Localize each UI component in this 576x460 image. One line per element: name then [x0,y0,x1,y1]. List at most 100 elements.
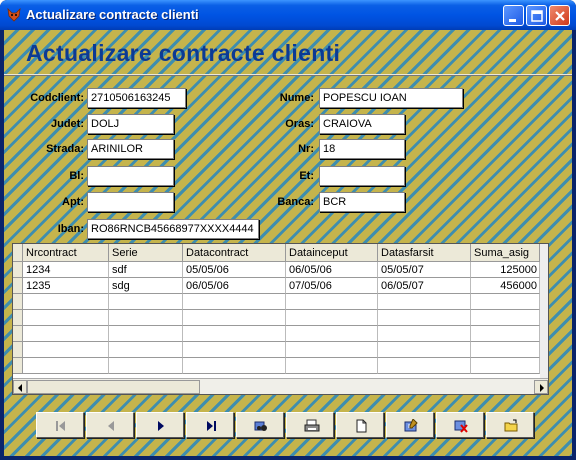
table-cell[interactable]: 1234 [23,262,109,278]
iban-field[interactable]: RO86RNCB45668977XXXX4444 [87,219,259,239]
strada-field[interactable]: ARINILOR [87,139,174,159]
table-cell[interactable]: 05/05/07 [378,262,471,278]
table-cell[interactable] [378,310,471,326]
column-header-datasfarsit[interactable]: Datasfarsit [378,244,471,262]
table-cell[interactable] [286,342,378,358]
nume-field[interactable]: POPESCU IOAN [319,88,463,108]
table-cell[interactable]: 06/05/07 [378,278,471,294]
column-header-datainceput[interactable]: Datainceput [286,244,378,262]
new-record-button[interactable] [336,412,384,438]
grid-corner [13,244,23,262]
table-cell[interactable] [471,310,540,326]
table-cell[interactable] [378,294,471,310]
column-header-datacontract[interactable]: Datacontract [183,244,286,262]
table-cell[interactable]: 05/05/06 [183,262,286,278]
banca-label: Banca: [277,196,314,208]
scrollbar-thumb[interactable] [27,380,200,394]
table-cell[interactable] [109,342,183,358]
vertical-scrollbar[interactable] [540,244,548,378]
nr-field[interactable]: 18 [319,139,405,159]
navigation-toolbar [36,412,536,442]
table-cell[interactable] [471,358,540,374]
contracts-grid[interactable]: Nrcontract Serie Datacontract Dataincepu… [12,243,549,395]
table-cell[interactable] [471,326,540,342]
column-header-suma-asig[interactable]: Suma_asig [471,244,540,262]
oras-field[interactable]: CRAIOVA [319,114,405,134]
strada-label: Strada: [46,143,84,155]
table-cell[interactable]: 1235 [23,278,109,294]
title-bar[interactable]: Actualizare contracte clienti [0,0,576,30]
minimize-button[interactable] [503,5,524,26]
last-record-button[interactable] [186,412,234,438]
table-cell[interactable] [378,342,471,358]
print-button[interactable] [286,412,334,438]
table-cell[interactable] [471,294,540,310]
table-cell[interactable]: 06/05/06 [183,278,286,294]
table-cell[interactable] [183,326,286,342]
close-button[interactable] [549,5,570,26]
table-cell[interactable] [23,294,109,310]
table-cell[interactable] [378,358,471,374]
table-cell[interactable] [109,310,183,326]
bl-field[interactable] [87,166,174,186]
maximize-button[interactable] [526,5,547,26]
table-cell[interactable]: 06/05/06 [286,262,378,278]
table-cell[interactable] [286,326,378,342]
judet-field[interactable]: DOLJ [87,114,174,134]
close-icon [555,11,565,21]
row-indicator[interactable] [13,342,23,358]
arrow-right-icon [540,384,544,392]
row-indicator[interactable] [13,326,23,342]
row-indicator[interactable] [13,278,23,294]
table-cell[interactable] [286,358,378,374]
oras-label: Oras: [285,118,314,130]
table-cell[interactable] [23,310,109,326]
apt-label: Apt: [62,196,84,208]
table-cell[interactable] [23,358,109,374]
first-record-icon [56,421,65,431]
table-cell[interactable]: 07/05/06 [286,278,378,294]
table-cell[interactable] [471,342,540,358]
table-cell[interactable] [286,294,378,310]
table-cell[interactable] [183,294,286,310]
table-cell[interactable] [286,310,378,326]
et-field[interactable] [319,166,405,186]
table-cell[interactable] [109,326,183,342]
first-record-button[interactable] [36,412,84,438]
table-cell[interactable] [23,326,109,342]
table-cell[interactable] [183,310,286,326]
app-fox-icon [7,7,21,22]
table-cell[interactable]: sdg [109,278,183,294]
table-cell[interactable] [109,294,183,310]
row-indicator[interactable] [13,262,23,278]
row-indicator[interactable] [13,294,23,310]
exit-button[interactable] [486,412,534,438]
edit-record-button[interactable] [386,412,434,438]
row-indicator[interactable] [13,310,23,326]
codclient-field[interactable]: 2710506163245 [87,88,186,108]
table-cell[interactable] [378,326,471,342]
table-cell[interactable] [109,358,183,374]
apt-field[interactable] [87,192,174,212]
column-header-nrcontract[interactable]: Nrcontract [23,244,109,262]
horizontal-scrollbar[interactable] [13,378,548,394]
table-cell[interactable] [183,342,286,358]
table-cell[interactable]: sdf [109,262,183,278]
table-cell[interactable]: 456000 [471,278,540,294]
next-record-icon [158,421,164,431]
table-cell[interactable] [183,358,286,374]
scroll-left-button[interactable] [13,380,27,394]
previous-record-button[interactable] [86,412,134,438]
next-record-button[interactable] [136,412,184,438]
find-icon [254,421,267,431]
delete-record-button[interactable] [436,412,484,438]
banca-field[interactable]: BCR [319,192,405,212]
table-cell[interactable]: 125000 [471,262,540,278]
column-header-serie[interactable]: Serie [109,244,183,262]
find-button[interactable] [236,412,284,438]
scroll-right-button[interactable] [534,380,548,394]
application-window: Actualizare contracte clienti Actualizar… [0,0,576,460]
row-indicator[interactable] [13,358,23,374]
table-cell[interactable] [23,342,109,358]
header-divider [4,74,572,76]
